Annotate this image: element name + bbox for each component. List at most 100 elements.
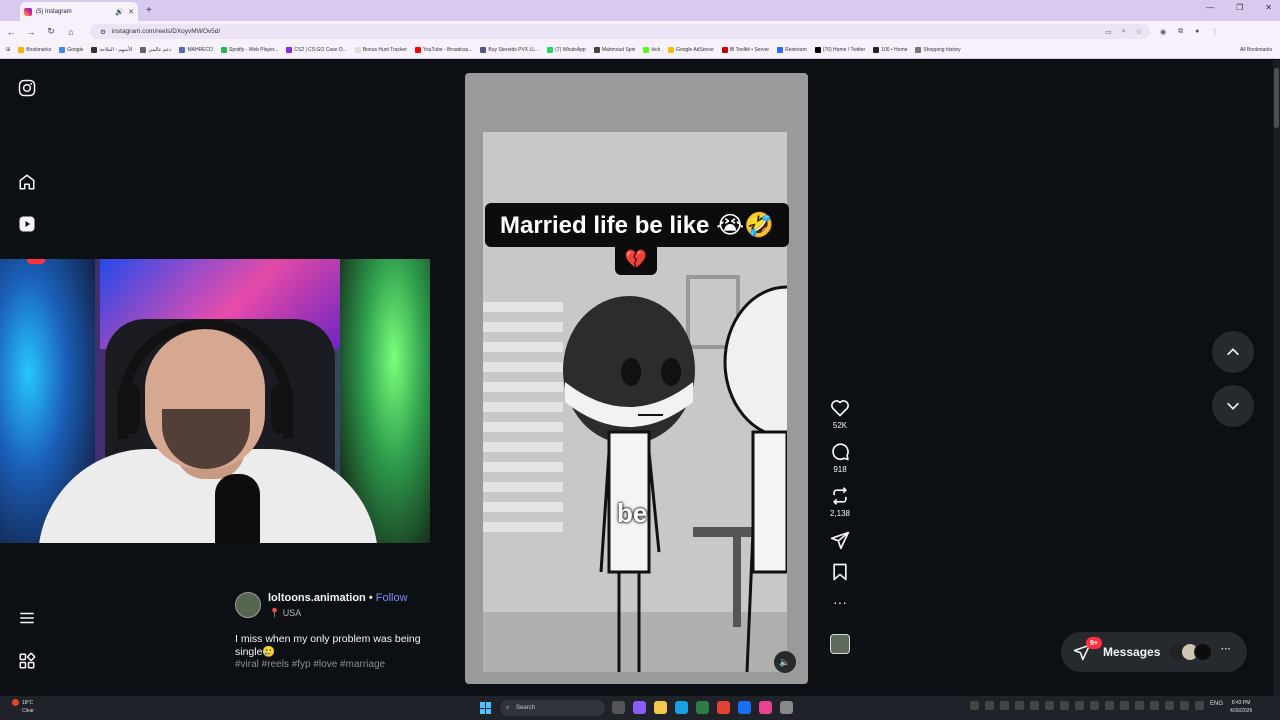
bookmark-item[interactable]: (76) Home / Twitter — [814, 47, 865, 53]
bookmark-item[interactable]: 100 • Home — [873, 47, 907, 53]
app-icon[interactable] — [759, 701, 772, 714]
bookmark-item[interactable]: IB Toolkit • Server — [721, 47, 769, 53]
tray-icon[interactable] — [985, 701, 994, 710]
bookmark-item[interactable]: Spotify - Web Player... — [221, 47, 278, 53]
edge-icon[interactable] — [675, 701, 688, 714]
extension-icon[interactable]: ◉ — [1160, 28, 1166, 36]
tray-icon[interactable] — [1180, 701, 1189, 710]
tray-icon[interactable] — [1165, 701, 1174, 710]
messages-button[interactable]: 9+ Messages ··· — [1061, 632, 1247, 672]
star-icon[interactable]: ☆ — [1136, 28, 1142, 36]
more-dots-icon[interactable]: ··· — [1221, 644, 1231, 655]
tray-icon[interactable] — [1045, 701, 1054, 710]
scrollbar-thumb[interactable] — [1274, 68, 1279, 128]
tray-icon[interactable] — [1030, 701, 1039, 710]
instagram-logo-icon[interactable] — [18, 79, 36, 97]
next-reel-button[interactable] — [1212, 385, 1254, 427]
file-explorer-icon[interactable] — [654, 701, 667, 714]
bookmark-item[interactable]: Bookmarks — [18, 47, 51, 53]
more-options[interactable]: ··· — [833, 594, 847, 610]
share-action[interactable] — [830, 530, 850, 550]
bookmark-item[interactable]: Shopping history — [915, 47, 961, 53]
bookmark-item[interactable]: Buy Steroids PVX LL... — [480, 47, 539, 53]
bookmark-item[interactable]: YouTube - Broadcas... — [415, 47, 472, 53]
tray-icon[interactable] — [1060, 701, 1069, 710]
tray-icon[interactable] — [1000, 701, 1009, 710]
bookmark-item[interactable]: Google AdSense — [668, 47, 714, 53]
repost-action[interactable]: 2,138 — [830, 486, 850, 518]
bookmark-icon[interactable] — [830, 562, 850, 582]
app-icon[interactable] — [696, 701, 709, 714]
tray-icon[interactable] — [1090, 701, 1099, 710]
mute-button[interactable]: 🔈 — [774, 651, 796, 673]
task-view-icon[interactable] — [612, 701, 625, 714]
follow-button[interactable]: Follow — [376, 592, 408, 604]
install-app-icon[interactable]: ▭ — [1105, 28, 1112, 36]
comment-icon[interactable] — [830, 442, 850, 462]
bookmark-item[interactable]: CS2 | CS:GO Case O... — [286, 47, 347, 53]
apps-icon[interactable]: ⊞ — [6, 47, 10, 53]
repost-icon[interactable] — [830, 486, 850, 506]
bookmark-item[interactable]: kick — [643, 47, 660, 53]
weather-widget[interactable]: 18°C Clear — [12, 699, 34, 715]
bookmark-item[interactable]: دعم عالمي — [140, 47, 171, 53]
site-info-icon[interactable]: ⚙ — [100, 28, 106, 36]
more-menu-icon[interactable] — [18, 609, 36, 627]
profile-icon[interactable]: ● — [1195, 28, 1199, 36]
new-tab-button[interactable]: + — [146, 5, 152, 16]
settings-icon[interactable] — [780, 701, 793, 714]
steam-icon[interactable] — [738, 701, 751, 714]
tray-icon[interactable] — [1105, 701, 1114, 710]
share-icon[interactable] — [830, 530, 850, 550]
forward-icon[interactable]: → — [26, 27, 36, 37]
bookmark-item[interactable]: (7) WhatsApp — [547, 47, 586, 53]
reel-video[interactable]: Married life be like 😭🤣 💔 be 🔈 — [465, 73, 808, 684]
bookmark-item[interactable]: Restream — [777, 47, 807, 53]
hashtags[interactable]: #viral #reels #fyp #love #marriage — [235, 659, 385, 670]
bookmark-item[interactable]: MAHRECO — [179, 47, 213, 53]
back-icon[interactable]: ← — [6, 27, 16, 37]
url-field[interactable]: ⚙ instagram.com/reels/DXoyvMWOv5d/ ▭ ⌕ ☆ — [90, 24, 1150, 39]
location[interactable]: 📍 USA — [269, 608, 301, 619]
close-window-button[interactable]: ✕ — [1265, 3, 1272, 12]
bookmark-item[interactable]: Google — [59, 47, 83, 53]
reload-icon[interactable]: ↻ — [46, 26, 56, 37]
also-from-meta-icon[interactable] — [18, 652, 36, 670]
heart-icon[interactable] — [830, 398, 850, 418]
bookmark-item[interactable]: Mahmoud Spin — [593, 47, 635, 53]
start-button[interactable] — [480, 702, 492, 714]
copilot-icon[interactable] — [633, 701, 646, 714]
avatar[interactable] — [235, 592, 261, 618]
close-tab-icon[interactable]: ✕ — [128, 8, 134, 16]
tray-icon[interactable] — [1015, 701, 1024, 710]
bookmark-item[interactable]: الأسهم - الملاحة — [91, 47, 132, 53]
reels-icon[interactable] — [18, 215, 36, 233]
minimize-button[interactable]: — — [1206, 3, 1214, 12]
like-action[interactable]: 52K — [830, 398, 850, 430]
clock[interactable]: 8:43 PM 4/30/2026 — [1230, 699, 1252, 715]
home-icon[interactable]: ⌂ — [66, 27, 76, 37]
more-dots-icon[interactable]: ··· — [833, 594, 847, 610]
username[interactable]: loltoons.animation — [268, 592, 366, 604]
tray-icon[interactable] — [1150, 701, 1159, 710]
save-action[interactable] — [830, 562, 850, 582]
maximize-button[interactable]: ❐ — [1236, 3, 1243, 12]
tray-icon[interactable] — [1075, 701, 1084, 710]
page-scrollbar[interactable] — [1273, 60, 1280, 696]
tray-icon[interactable] — [1195, 701, 1204, 710]
previous-reel-button[interactable] — [1212, 331, 1254, 373]
all-bookmarks[interactable]: All Bookmarks — [1240, 47, 1272, 53]
puzzle-icon[interactable]: ⧉ — [1178, 28, 1183, 36]
bookmark-item[interactable]: Bonus Hunt Tracker — [354, 47, 407, 53]
language-indicator[interactable]: ENG — [1210, 701, 1223, 710]
taskbar-search[interactable]: ⌕ Search — [500, 700, 605, 716]
speaker-icon[interactable]: 🔊 — [115, 8, 124, 16]
browser-tab[interactable]: (5) Instagram 🔊 ✕ — [20, 2, 138, 21]
home-icon[interactable] — [18, 173, 36, 191]
tray-icon[interactable] — [1135, 701, 1144, 710]
comment-action[interactable]: 918 — [830, 442, 850, 474]
zoom-icon[interactable]: ⌕ — [1122, 28, 1126, 36]
tray-icon[interactable] — [1120, 701, 1129, 710]
tray-icon[interactable] — [970, 701, 979, 710]
menu-icon[interactable]: ⋮ — [1211, 28, 1218, 36]
